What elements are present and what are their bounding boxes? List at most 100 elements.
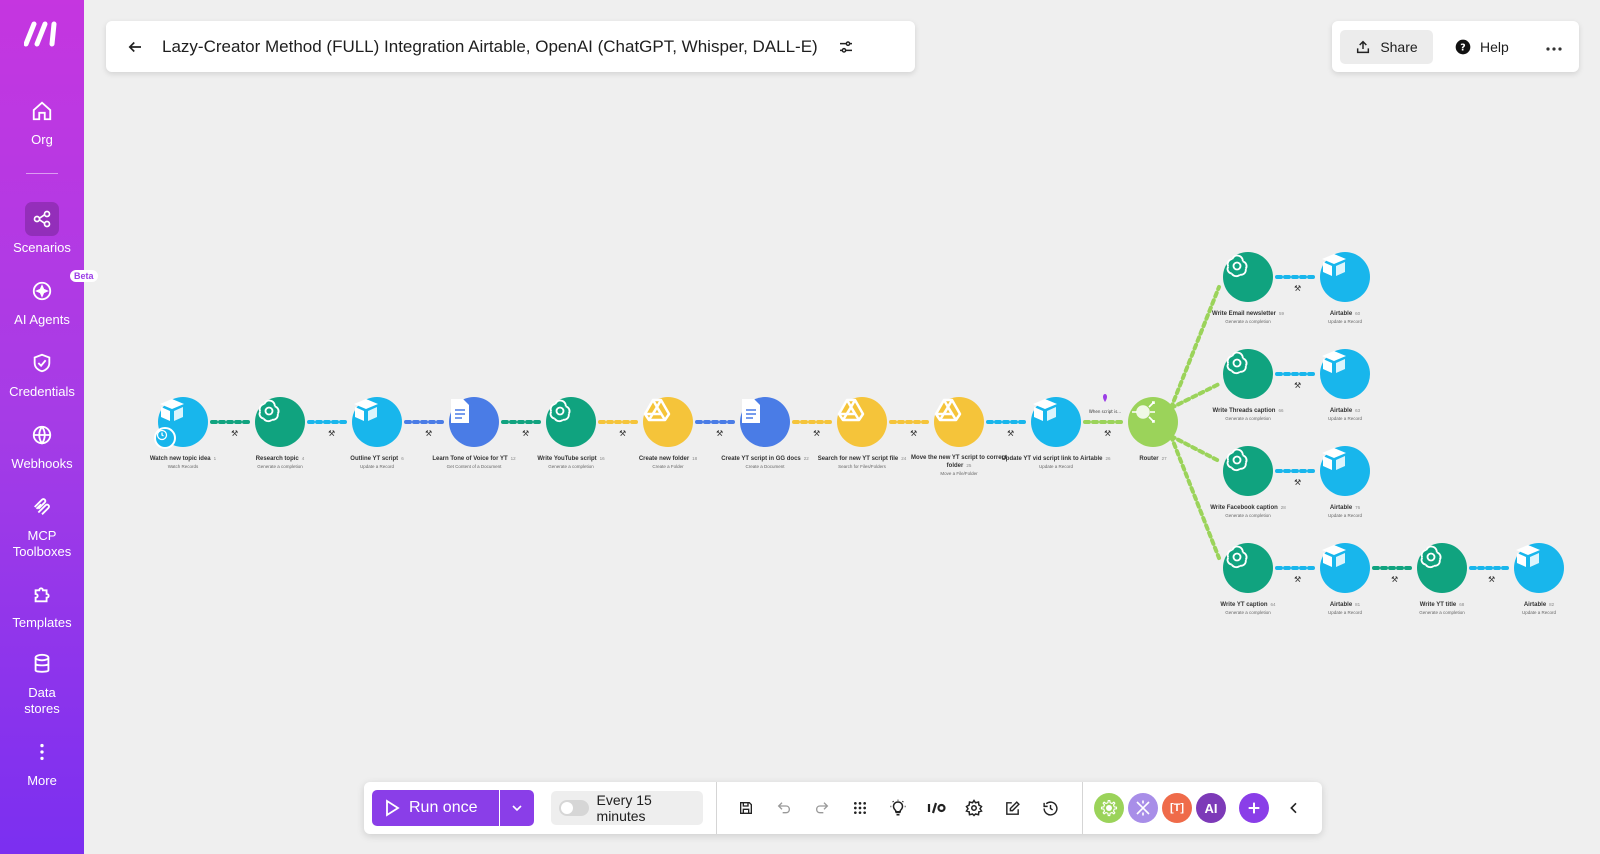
- module-router[interactable]: [1128, 397, 1178, 447]
- module-gdrive[interactable]: [837, 397, 887, 447]
- module-gdrive[interactable]: [643, 397, 693, 447]
- wrench-icon[interactable]: ⚒: [910, 429, 917, 438]
- redo-button[interactable]: [810, 796, 834, 820]
- module-openai[interactable]: [1417, 543, 1467, 593]
- module-airtable[interactable]: [352, 397, 402, 447]
- module-number: 16: [599, 456, 605, 461]
- module-airtable[interactable]: [1320, 543, 1370, 593]
- sidebar-item-data-stores[interactable]: Data stores: [0, 647, 84, 717]
- sidebar-item-label: Templates: [12, 615, 72, 630]
- module-gdocs[interactable]: [740, 397, 790, 447]
- wrench-icon[interactable]: ⚒: [1294, 284, 1301, 293]
- collapse-toolbar-button[interactable]: [1282, 796, 1306, 820]
- wrench-icon[interactable]: ⚒: [619, 429, 626, 438]
- wrench-icon[interactable]: ⚒: [231, 429, 238, 438]
- wrench-icon[interactable]: ⚒: [1391, 575, 1398, 584]
- ai-app-button[interactable]: AI: [1196, 793, 1226, 823]
- shield-check-icon: [25, 346, 59, 380]
- sidebar-item-webhooks[interactable]: Webhooks: [0, 418, 84, 472]
- redo-icon: [815, 802, 829, 814]
- scenario-canvas[interactable]: ⚒ ⚒ ⚒ ⚒ ⚒ ⚒ ⚒ ⚒ ⚒ ⚒ When script is... ⚒ ⚒ ⚒ ⚒ ⚒ ⚒ Watch …: [84, 0, 1600, 854]
- module-label: Airtable 82 Update a Record: [1484, 601, 1594, 616]
- module-openai[interactable]: [255, 397, 305, 447]
- more-options-button[interactable]: [1545, 36, 1563, 57]
- module-gdocs[interactable]: [449, 397, 499, 447]
- wrench-icon[interactable]: ⚒: [522, 429, 529, 438]
- wrench-icon[interactable]: ⚒: [1007, 429, 1014, 438]
- ai-sparkle-icon: Beta: [25, 270, 98, 308]
- flow-control-app-button[interactable]: [1128, 793, 1158, 823]
- explain-flow-button[interactable]: [886, 796, 910, 820]
- sidebar-item-more[interactable]: More: [0, 735, 84, 789]
- help-button[interactable]: ? Help: [1455, 39, 1509, 55]
- wrench-icon[interactable]: ⚒: [1294, 381, 1301, 390]
- schedule-clock-icon[interactable]: [154, 427, 176, 449]
- chevron-left-icon: [1290, 802, 1297, 814]
- module-label: Outline YT script 6 Update a Record: [322, 455, 432, 470]
- module-action: Update a Record: [1327, 319, 1363, 324]
- run-options-dropdown[interactable]: [500, 790, 534, 826]
- filter-pin-icon[interactable]: [1103, 394, 1107, 402]
- module-openai[interactable]: [1223, 543, 1273, 593]
- module-airtable[interactable]: [1031, 397, 1081, 447]
- filter-label[interactable]: When script is...: [1089, 409, 1121, 414]
- module-number: 81: [1355, 602, 1361, 607]
- notes-button[interactable]: [1000, 796, 1024, 820]
- scenario-settings-gear-button[interactable]: [962, 796, 986, 820]
- scenario-settings-button[interactable]: [834, 35, 858, 59]
- wrench-icon[interactable]: ⚒: [1294, 478, 1301, 487]
- back-button[interactable]: [120, 32, 150, 62]
- text-parser-app-button[interactable]: [T]: [1162, 793, 1192, 823]
- save-button[interactable]: [734, 796, 758, 820]
- module-name: Move the new YT script to correct folder: [911, 455, 1007, 469]
- module-openai[interactable]: [1223, 349, 1273, 399]
- module-openai[interactable]: [1223, 252, 1273, 302]
- top-right-actions: Share ? Help: [1332, 21, 1579, 72]
- sidebar-item-scenarios[interactable]: Scenarios: [0, 202, 84, 256]
- module-name: Write Threads caption: [1212, 408, 1276, 414]
- io-button[interactable]: [924, 796, 948, 820]
- wrench-icon[interactable]: ⚒: [328, 429, 335, 438]
- share-label: Share: [1380, 38, 1418, 55]
- history-button[interactable]: [1038, 796, 1062, 820]
- undo-button[interactable]: [772, 796, 796, 820]
- module-action: Generate a completion: [1225, 416, 1271, 421]
- module-openai[interactable]: [1223, 446, 1273, 496]
- module-number: 28: [1280, 505, 1286, 510]
- module-openai[interactable]: [546, 397, 596, 447]
- module-label: Write Email newsletter 59 Generate a compl…: [1193, 310, 1303, 325]
- sidebar-item-credentials[interactable]: Credentials: [0, 346, 84, 400]
- text-parser-icon: [T]: [1169, 802, 1185, 814]
- sidebar-item-templates[interactable]: Templates: [0, 577, 84, 631]
- module-label: Airtable 63 Update a Record: [1290, 407, 1400, 422]
- tools-app-button[interactable]: [1094, 793, 1124, 823]
- schedule-toggle[interactable]: Every 15 minutes: [551, 791, 703, 825]
- module-action: Generate a completion: [1225, 513, 1271, 518]
- wrench-icon[interactable]: ⚒: [716, 429, 723, 438]
- schedule-switch[interactable]: [559, 800, 589, 816]
- module-airtable[interactable]: [1320, 252, 1370, 302]
- make-logo-icon[interactable]: [24, 20, 60, 48]
- wrench-icon[interactable]: ⚒: [813, 429, 820, 438]
- wrench-icon[interactable]: ⚒: [425, 429, 432, 438]
- connector-link[interactable]: [1169, 285, 1221, 410]
- grid-dots-icon: [854, 802, 866, 814]
- module-airtable[interactable]: [1320, 349, 1370, 399]
- wrench-icon[interactable]: ⚒: [1294, 575, 1301, 584]
- add-module-button[interactable]: [1239, 793, 1269, 823]
- module-airtable[interactable]: [1320, 446, 1370, 496]
- module-airtable[interactable]: [1514, 543, 1564, 593]
- wrench-icon[interactable]: ⚒: [1104, 429, 1111, 438]
- save-icon: [740, 802, 752, 814]
- sidebar-item-ai-agents[interactable]: Beta AI Agents: [0, 270, 98, 328]
- svg-text:?: ?: [1460, 42, 1465, 53]
- auto-align-button[interactable]: [848, 796, 872, 820]
- share-button[interactable]: Share: [1340, 29, 1433, 64]
- ellipsis-icon: [1546, 47, 1562, 51]
- sidebar-item-org[interactable]: Org: [0, 94, 84, 148]
- sidebar-item-mcp-toolboxes[interactable]: MCP Toolboxes: [0, 490, 84, 560]
- run-once-button[interactable]: Run once: [372, 790, 499, 826]
- module-gdrive[interactable]: [934, 397, 984, 447]
- scenario-title[interactable]: Lazy-Creator Method (FULL) Integration A…: [162, 37, 818, 57]
- wrench-icon[interactable]: ⚒: [1488, 575, 1495, 584]
